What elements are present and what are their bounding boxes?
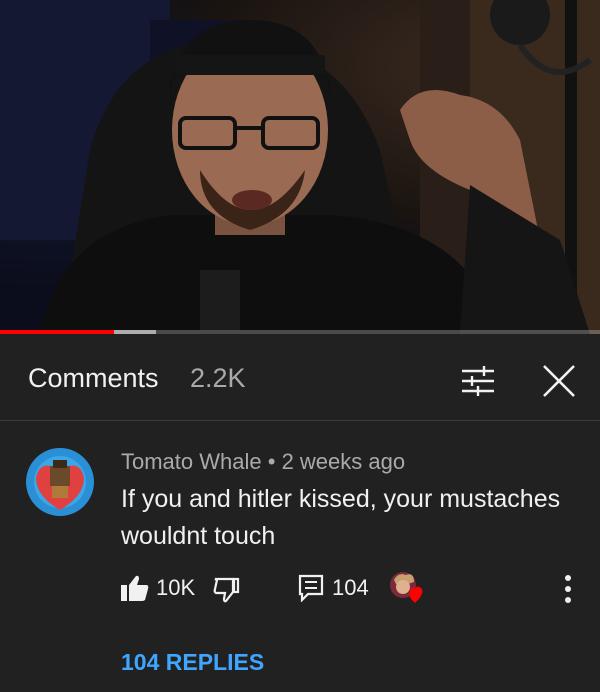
- commenter-avatar[interactable]: [26, 448, 94, 516]
- sort-filter-icon[interactable]: [460, 365, 496, 397]
- comments-title: Comments: [28, 363, 159, 393]
- comments-count: 2.2K: [190, 363, 246, 393]
- comment-meta: Tomato Whale • 2 weeks ago: [121, 449, 405, 475]
- reply-count: 104: [332, 575, 369, 600]
- thumb-down-icon[interactable]: [212, 576, 240, 604]
- played-bar: [0, 330, 114, 334]
- comment-text: If you and hitler kissed, your mustaches…: [121, 485, 561, 550]
- comment-author[interactable]: Tomato Whale: [121, 449, 262, 474]
- thumb-up-icon[interactable]: [120, 574, 150, 602]
- like-count: 10K: [156, 575, 196, 600]
- more-vert-icon[interactable]: [558, 572, 578, 606]
- video-frame: [0, 0, 600, 334]
- buffered-bar: [114, 330, 156, 334]
- comments-header: Comments 2.2K: [0, 336, 600, 421]
- meta-separator: •: [261, 449, 282, 474]
- close-icon[interactable]: [540, 362, 578, 400]
- reply-icon[interactable]: [298, 574, 324, 603]
- comment-age: 2 weeks ago: [281, 449, 406, 474]
- view-replies-link[interactable]: 104 REPLIES: [121, 649, 264, 676]
- video-player[interactable]: [0, 0, 600, 334]
- video-progress-bar[interactable]: [0, 330, 600, 334]
- creator-heart-icon[interactable]: [388, 570, 426, 606]
- comment-item: Tomato Whale • 2 weeks ago If you and hi…: [0, 421, 600, 692]
